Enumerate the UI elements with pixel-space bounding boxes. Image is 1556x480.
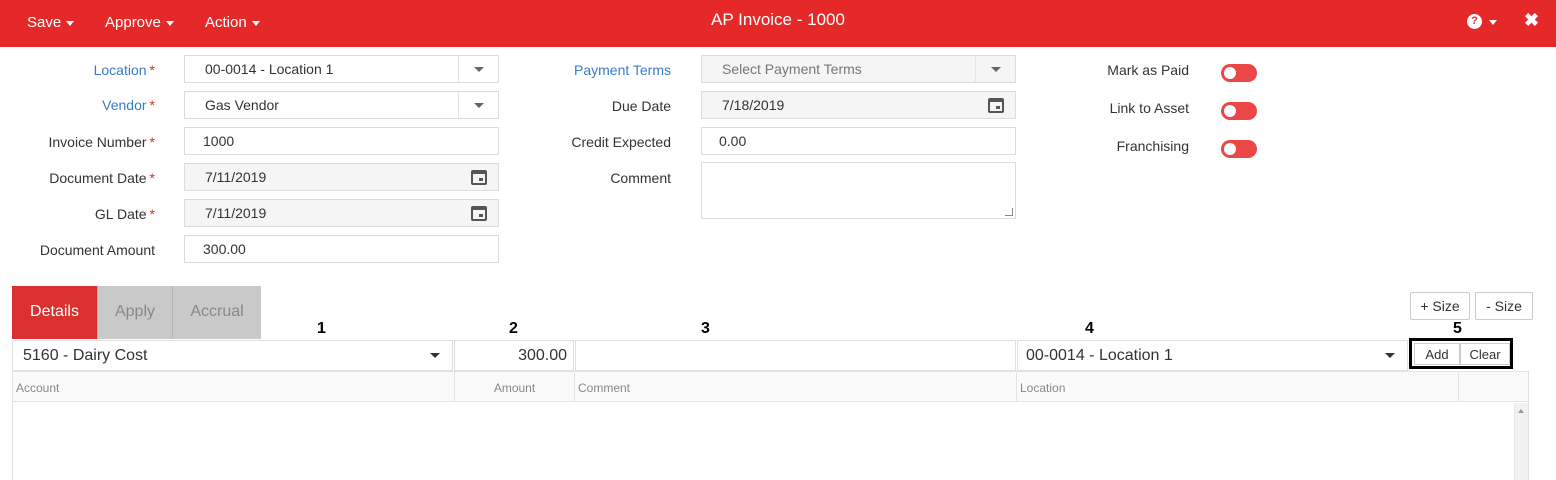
increase-size-button[interactable]: + Size xyxy=(1410,292,1470,320)
payment-terms-select[interactable]: Select Payment Terms xyxy=(701,55,1016,83)
payment-terms-dropdown-toggle[interactable] xyxy=(975,56,1015,82)
details-grid: Account Amount Comment Location xyxy=(12,371,1529,480)
toggle-knob xyxy=(1224,143,1236,155)
location-entry-dropdown-toggle[interactable] xyxy=(1385,341,1395,370)
location-label: Location * xyxy=(93,62,155,78)
payment-terms-label[interactable]: Payment Terms xyxy=(540,62,671,78)
document-amount-input[interactable]: 300.00 xyxy=(184,235,499,263)
add-button[interactable]: Add xyxy=(1414,343,1460,365)
annotation-5: 5 xyxy=(1453,320,1462,337)
vendor-select[interactable]: Gas Vendor xyxy=(184,91,499,119)
mark-as-paid-label: Mark as Paid xyxy=(1107,62,1189,78)
franchising-toggle[interactable] xyxy=(1221,140,1257,158)
document-date-label: Document Date * xyxy=(49,170,155,186)
approve-menu[interactable]: Approve xyxy=(105,0,174,47)
credit-expected-label: Credit Expected xyxy=(571,134,671,150)
annotation-3: 3 xyxy=(701,320,710,337)
comment-textarea[interactable] xyxy=(701,162,1016,219)
resize-grip-icon[interactable] xyxy=(1005,208,1013,216)
gl-date-input[interactable]: 7/11/2019 xyxy=(184,199,499,227)
comment-input[interactable] xyxy=(575,340,1016,371)
chevron-down-icon xyxy=(430,353,440,358)
action-menu[interactable]: Action xyxy=(205,0,260,47)
chevron-down-icon xyxy=(1385,353,1395,358)
location-select[interactable]: 00-0014 - Location 1 xyxy=(184,55,499,83)
franchising-label: Franchising xyxy=(1116,138,1189,154)
chevron-down-icon xyxy=(991,67,1001,72)
document-date-input[interactable]: 7/11/2019 xyxy=(184,163,499,191)
toggle-knob xyxy=(1224,67,1236,79)
invoice-number-input[interactable]: 1000 xyxy=(184,127,499,155)
column-header-location[interactable]: Location xyxy=(1017,372,1459,401)
column-header-amount[interactable]: Amount xyxy=(455,372,575,401)
tab-accrual[interactable]: Accrual xyxy=(172,286,261,339)
credit-expected-input[interactable]: 0.00 xyxy=(701,127,1016,155)
amount-input[interactable]: 300.00 xyxy=(454,340,574,371)
help-icon[interactable]: ? xyxy=(1467,14,1482,29)
chevron-down-icon xyxy=(474,103,484,108)
document-amount-label: Document Amount xyxy=(39,242,155,258)
decrease-size-button[interactable]: - Size xyxy=(1475,292,1533,320)
caret-down-icon xyxy=(66,20,75,26)
action-menu-label: Action xyxy=(205,14,247,31)
vendor-dropdown-toggle[interactable] xyxy=(458,92,498,118)
tab-details[interactable]: Details xyxy=(12,286,97,339)
top-bar: Save Approve Action AP Invoice - 1000 ? … xyxy=(0,0,1556,47)
approve-menu-label: Approve xyxy=(105,14,161,31)
chevron-down-icon xyxy=(474,67,484,72)
account-dropdown-toggle[interactable] xyxy=(430,341,440,370)
grid-scrollbar[interactable] xyxy=(1514,403,1528,480)
link-to-asset-label: Link to Asset xyxy=(1109,100,1189,116)
link-to-asset-toggle[interactable] xyxy=(1221,102,1257,120)
column-header-comment[interactable]: Comment xyxy=(575,372,1017,401)
due-date-input[interactable]: 7/18/2019 xyxy=(701,91,1016,119)
column-header-account[interactable]: Account xyxy=(13,372,455,401)
comment-label: Comment xyxy=(610,170,671,186)
location-dropdown-toggle[interactable] xyxy=(458,56,498,82)
account-select[interactable]: 5160 - Dairy Cost xyxy=(12,340,453,371)
caret-down-icon xyxy=(165,20,174,26)
annotation-1: 1 xyxy=(317,320,326,337)
tab-apply[interactable]: Apply xyxy=(97,286,172,339)
annotation-2: 2 xyxy=(509,320,518,337)
gl-date-label: GL Date * xyxy=(94,206,155,222)
scroll-up-icon[interactable] xyxy=(1518,409,1524,413)
toggle-knob xyxy=(1224,105,1236,117)
close-icon[interactable]: ✖ xyxy=(1524,10,1539,31)
calendar-icon[interactable] xyxy=(471,206,487,221)
calendar-icon[interactable] xyxy=(471,170,487,185)
due-date-label: Due Date xyxy=(611,98,671,114)
location-entry-select[interactable]: 00-0014 - Location 1 xyxy=(1017,340,1408,371)
caret-down-icon xyxy=(251,20,260,26)
clear-button[interactable]: Clear xyxy=(1460,343,1510,365)
save-menu-label: Save xyxy=(27,14,62,31)
annotation-4: 4 xyxy=(1085,320,1094,337)
vendor-label: Vendor * xyxy=(102,97,155,113)
save-menu[interactable]: Save xyxy=(27,0,75,47)
mark-as-paid-toggle[interactable] xyxy=(1221,64,1257,82)
entry-actions: Add Clear xyxy=(1409,338,1513,369)
grid-header: Account Amount Comment Location xyxy=(13,371,1528,402)
help-caret-icon[interactable] xyxy=(1489,20,1497,25)
invoice-number-label: Invoice Number * xyxy=(48,134,156,150)
calendar-icon[interactable] xyxy=(988,98,1004,113)
